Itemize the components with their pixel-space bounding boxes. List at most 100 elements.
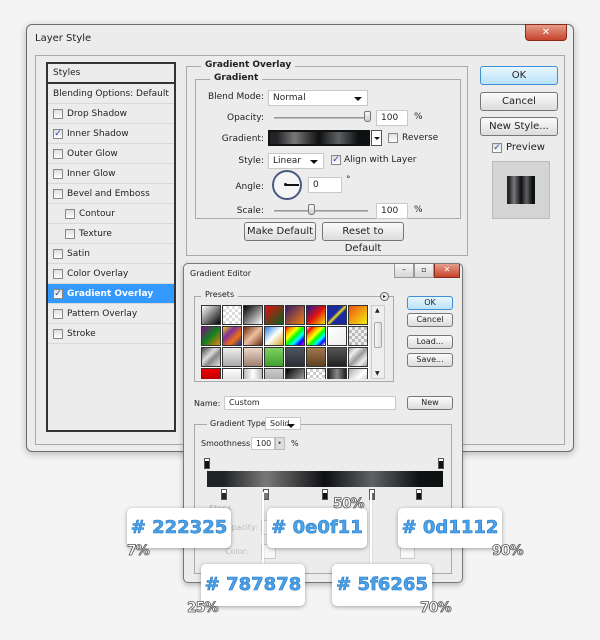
checkbox[interactable] — [65, 208, 75, 219]
preset-swatch[interactable] — [264, 326, 284, 346]
preset-swatch[interactable] — [348, 368, 368, 379]
checkbox[interactable] — [53, 188, 63, 199]
style-item-texture[interactable]: Texture — [48, 224, 174, 244]
gradient-picker[interactable] — [268, 130, 370, 146]
color-stop[interactable] — [416, 489, 423, 500]
preview-checkbox[interactable]: ✓ — [492, 143, 502, 153]
checkbox[interactable] — [53, 168, 63, 179]
preset-swatch[interactable] — [327, 368, 347, 379]
style-item-gradient-overlay[interactable]: ✓ Gradient Overlay — [48, 284, 174, 304]
preset-swatch[interactable] — [243, 368, 263, 379]
preset-swatch[interactable] — [306, 326, 326, 346]
style-item-inner-shadow[interactable]: ✓ Inner Shadow — [48, 124, 174, 144]
checkbox[interactable] — [65, 228, 75, 239]
style-item-inner-glow[interactable]: Inner Glow — [48, 164, 174, 184]
preset-swatch[interactable] — [222, 347, 242, 367]
color-stop[interactable] — [220, 489, 227, 500]
scale-slider-thumb[interactable] — [307, 204, 315, 215]
reset-to-default-button[interactable]: Reset to Default — [322, 222, 404, 254]
ok-button[interactable]: OK — [480, 66, 558, 85]
make-default-button[interactable]: Make Default — [244, 222, 316, 241]
blending-options-item[interactable]: Blending Options: Default — [48, 84, 174, 104]
blend-mode-select[interactable]: Normal — [268, 90, 368, 106]
checkbox[interactable] — [53, 328, 63, 339]
angle-dial[interactable] — [272, 170, 302, 200]
preset-swatch[interactable] — [348, 326, 368, 346]
preset-swatch[interactable] — [222, 305, 242, 325]
checkbox[interactable]: ✓ — [53, 128, 63, 139]
save-button[interactable]: Save... — [407, 353, 453, 367]
new-gradient-button[interactable]: New — [407, 396, 453, 410]
scroll-up-icon[interactable]: ▲ — [375, 307, 380, 314]
preset-swatch[interactable] — [285, 347, 305, 367]
style-item-stroke[interactable]: Stroke — [48, 324, 174, 344]
preset-swatch[interactable] — [306, 305, 326, 325]
style-item-pattern-overlay[interactable]: Pattern Overlay — [48, 304, 174, 324]
gradient-type-select[interactable]: Solid — [265, 417, 301, 430]
preset-swatch[interactable] — [285, 305, 305, 325]
preset-swatch[interactable] — [201, 305, 221, 325]
preset-swatch[interactable] — [243, 347, 263, 367]
smoothness-input[interactable]: 100 — [251, 437, 275, 450]
style-item-outer-glow[interactable]: Outer Glow — [48, 144, 174, 164]
checkbox[interactable] — [53, 148, 63, 159]
presets-menu-button[interactable]: ▸ — [380, 292, 389, 301]
scroll-down-icon[interactable]: ▼ — [375, 370, 380, 377]
preset-swatch[interactable] — [327, 347, 347, 367]
editor-ok-button[interactable]: OK — [407, 296, 453, 310]
style-item-color-overlay[interactable]: Color Overlay — [48, 264, 174, 284]
preset-swatch[interactable] — [201, 368, 221, 379]
angle-input[interactable]: 0 — [308, 177, 342, 193]
maximize-button[interactable]: ▫ — [414, 264, 434, 278]
preset-swatch[interactable] — [201, 347, 221, 367]
reverse-checkbox[interactable] — [388, 133, 398, 143]
style-item-bevel-and-emboss[interactable]: Bevel and Emboss — [48, 184, 174, 204]
preset-swatch[interactable] — [222, 368, 242, 379]
preset-swatch[interactable] — [285, 368, 305, 379]
preset-swatch[interactable] — [306, 368, 326, 379]
preset-swatch[interactable] — [306, 347, 326, 367]
checkbox[interactable] — [53, 248, 63, 259]
cancel-button[interactable]: Cancel — [480, 92, 558, 111]
opacity-slider[interactable] — [274, 117, 368, 119]
preset-swatch[interactable] — [327, 326, 347, 346]
presets-scrollbar[interactable]: ▲ ▼ — [371, 305, 385, 379]
align-with-layer-checkbox[interactable]: ✓ — [331, 155, 341, 165]
new-style-button[interactable]: New Style... — [480, 117, 558, 136]
preset-swatch[interactable] — [327, 305, 347, 325]
opacity-stop-right[interactable] — [438, 458, 444, 469]
checkbox[interactable] — [53, 108, 63, 119]
style-item-satin[interactable]: Satin — [48, 244, 174, 264]
preset-swatch[interactable] — [348, 305, 368, 325]
opacity-input[interactable]: 100 — [376, 110, 408, 126]
styles-header[interactable]: Styles — [48, 64, 174, 84]
preset-swatch[interactable] — [348, 347, 368, 367]
preset-swatch[interactable] — [222, 326, 242, 346]
style-item-contour[interactable]: Contour — [48, 204, 174, 224]
editor-cancel-button[interactable]: Cancel — [407, 313, 453, 327]
opacity-slider-thumb[interactable] — [364, 111, 371, 122]
gradient-bar[interactable] — [207, 471, 443, 487]
checkbox[interactable]: ✓ — [53, 288, 63, 299]
load-button[interactable]: Load... — [407, 335, 453, 349]
color-stop[interactable] — [322, 489, 328, 500]
minimize-button[interactable]: – — [394, 264, 414, 278]
preset-swatch[interactable] — [264, 347, 284, 367]
scale-slider[interactable] — [274, 210, 368, 212]
preset-swatch[interactable] — [264, 368, 284, 379]
preset-swatch[interactable] — [243, 326, 263, 346]
close-button[interactable]: ✕ — [434, 264, 460, 278]
preset-swatch[interactable] — [264, 305, 284, 325]
opacity-stop-left[interactable] — [204, 458, 210, 469]
close-button[interactable]: ✕ — [525, 24, 567, 41]
checkbox[interactable] — [53, 308, 63, 319]
scrollbar-thumb[interactable] — [374, 322, 382, 348]
gradient-dropdown-button[interactable] — [371, 130, 382, 146]
name-input[interactable]: Custom — [224, 396, 396, 410]
smoothness-stepper[interactable]: ▸ — [275, 437, 285, 450]
scale-input[interactable]: 100 — [376, 203, 408, 219]
preset-swatch[interactable] — [243, 305, 263, 325]
style-item-drop-shadow[interactable]: Drop Shadow — [48, 104, 174, 124]
checkbox[interactable] — [53, 268, 63, 279]
style-select[interactable]: Linear — [268, 153, 324, 169]
